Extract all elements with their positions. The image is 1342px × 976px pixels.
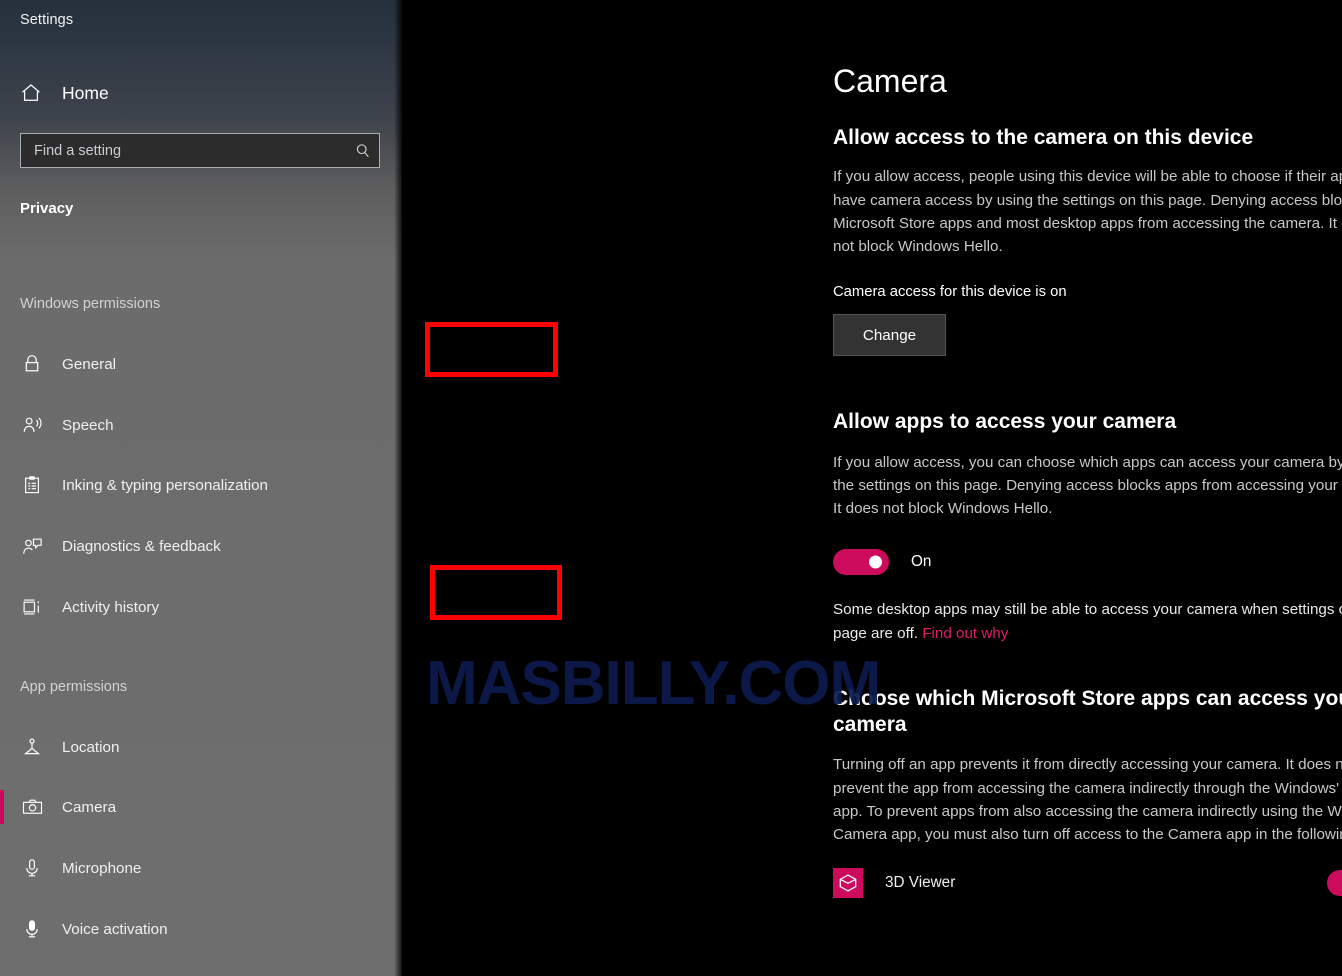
clipboard-icon — [19, 472, 45, 498]
microphone-icon — [19, 855, 45, 881]
sidebar-item-label-inking: Speech — [62, 416, 114, 434]
camera-icon — [19, 794, 45, 820]
sidebar-item-general[interactable]: General — [0, 341, 402, 387]
sidebar-item-voice-activation[interactable]: Voice activation — [0, 906, 402, 952]
timeline-icon — [19, 594, 45, 620]
sidebar-item-home[interactable]: Home — [8, 74, 388, 112]
desktop-apps-note-text: Some desktop apps may still be able to a… — [833, 601, 1342, 642]
store-apps-description: Turning off an app prevents it from dire… — [833, 756, 1342, 844]
home-icon — [18, 80, 44, 106]
app-toggle-3d-viewer[interactable] — [1326, 870, 1342, 897]
location-pin-icon — [19, 734, 45, 760]
app-name-3d-viewer: 3D Viewer — [885, 874, 956, 892]
sidebar-item-label-activity: Activity history — [62, 598, 160, 616]
apps-access-toggle-row[interactable]: On — [833, 549, 1342, 576]
device-access-heading: Allow access to the camera on this devic… — [833, 126, 1254, 150]
change-button[interactable]: Change — [833, 314, 946, 357]
3d-viewer-icon — [833, 868, 863, 899]
sidebar-section-title-privacy: Privacy — [20, 200, 74, 217]
sidebar-item-label-diagnostics: Diagnostics & feedback — [62, 537, 221, 555]
main-content: Camera Allow access to the camera on thi… — [402, 0, 1342, 976]
search-input[interactable] — [21, 134, 347, 167]
apps-access-toggle-label: On — [911, 553, 932, 571]
sidebar-group-title-windows-permissions: Windows permissions — [20, 296, 161, 312]
sidebar-item-diagnostics-feedback[interactable]: Diagnostics & feedback — [0, 523, 402, 569]
sidebar-item-inking-typing[interactable]: Inking & typing personalization — [0, 462, 402, 508]
sidebar-item-label-speech: Inking & typing personalization — [62, 476, 269, 494]
toggle-knob — [869, 555, 882, 569]
lock-icon — [19, 351, 45, 377]
store-apps-heading: Choose which Microsoft Store apps can ac… — [833, 686, 1342, 737]
desktop-apps-note: Some desktop apps may still be able to a… — [833, 598, 1342, 645]
sidebar-item-label-voice: Voice activation — [62, 920, 168, 938]
sidebar-item-activity-history[interactable]: Activity history — [0, 584, 402, 630]
sidebar-group-title-app-permissions: App permissions — [20, 679, 128, 695]
sidebar-item-camera[interactable]: Camera — [0, 784, 402, 830]
sidebar: Settings Home Privacy Windows permission… — [0, 0, 402, 976]
app-list-item-3d-viewer[interactable]: 3D Viewer On — [833, 868, 1342, 899]
sidebar-item-location[interactable]: Location — [0, 724, 402, 770]
sidebar-item-label-microphone: Microphone — [62, 859, 142, 877]
person-speech-waves-icon — [19, 412, 45, 438]
device-access-description: If you allow access, people using this d… — [833, 168, 1342, 256]
sidebar-item-label-location: Location — [62, 738, 120, 756]
device-access-status: Camera access for this device is on — [833, 284, 1067, 301]
apps-access-heading: Allow apps to access your camera — [833, 410, 1177, 434]
sidebar-item-label-camera: Camera — [62, 798, 117, 816]
person-feedback-icon — [19, 533, 45, 559]
apps-access-toggle[interactable] — [833, 549, 889, 576]
sidebar-item-label-home: Home — [62, 82, 109, 103]
apps-access-description: If you allow access, you can choose whic… — [833, 453, 1342, 518]
find-out-why-link[interactable]: Find out why — [922, 625, 1008, 642]
app-toggle-row-3d-viewer[interactable]: On — [1326, 870, 1342, 897]
search-box[interactable] — [20, 133, 380, 168]
page-title: Camera — [833, 63, 947, 99]
app-title: Settings — [20, 12, 74, 28]
voice-activation-icon — [19, 916, 45, 942]
search-icon[interactable] — [347, 142, 379, 160]
sidebar-item-speech[interactable]: Speech — [0, 402, 402, 448]
sidebar-item-microphone[interactable]: Microphone — [0, 845, 402, 891]
sidebar-item-label-general: General — [62, 355, 117, 373]
settings-window: Settings Home Privacy Windows permission… — [0, 0, 1342, 976]
